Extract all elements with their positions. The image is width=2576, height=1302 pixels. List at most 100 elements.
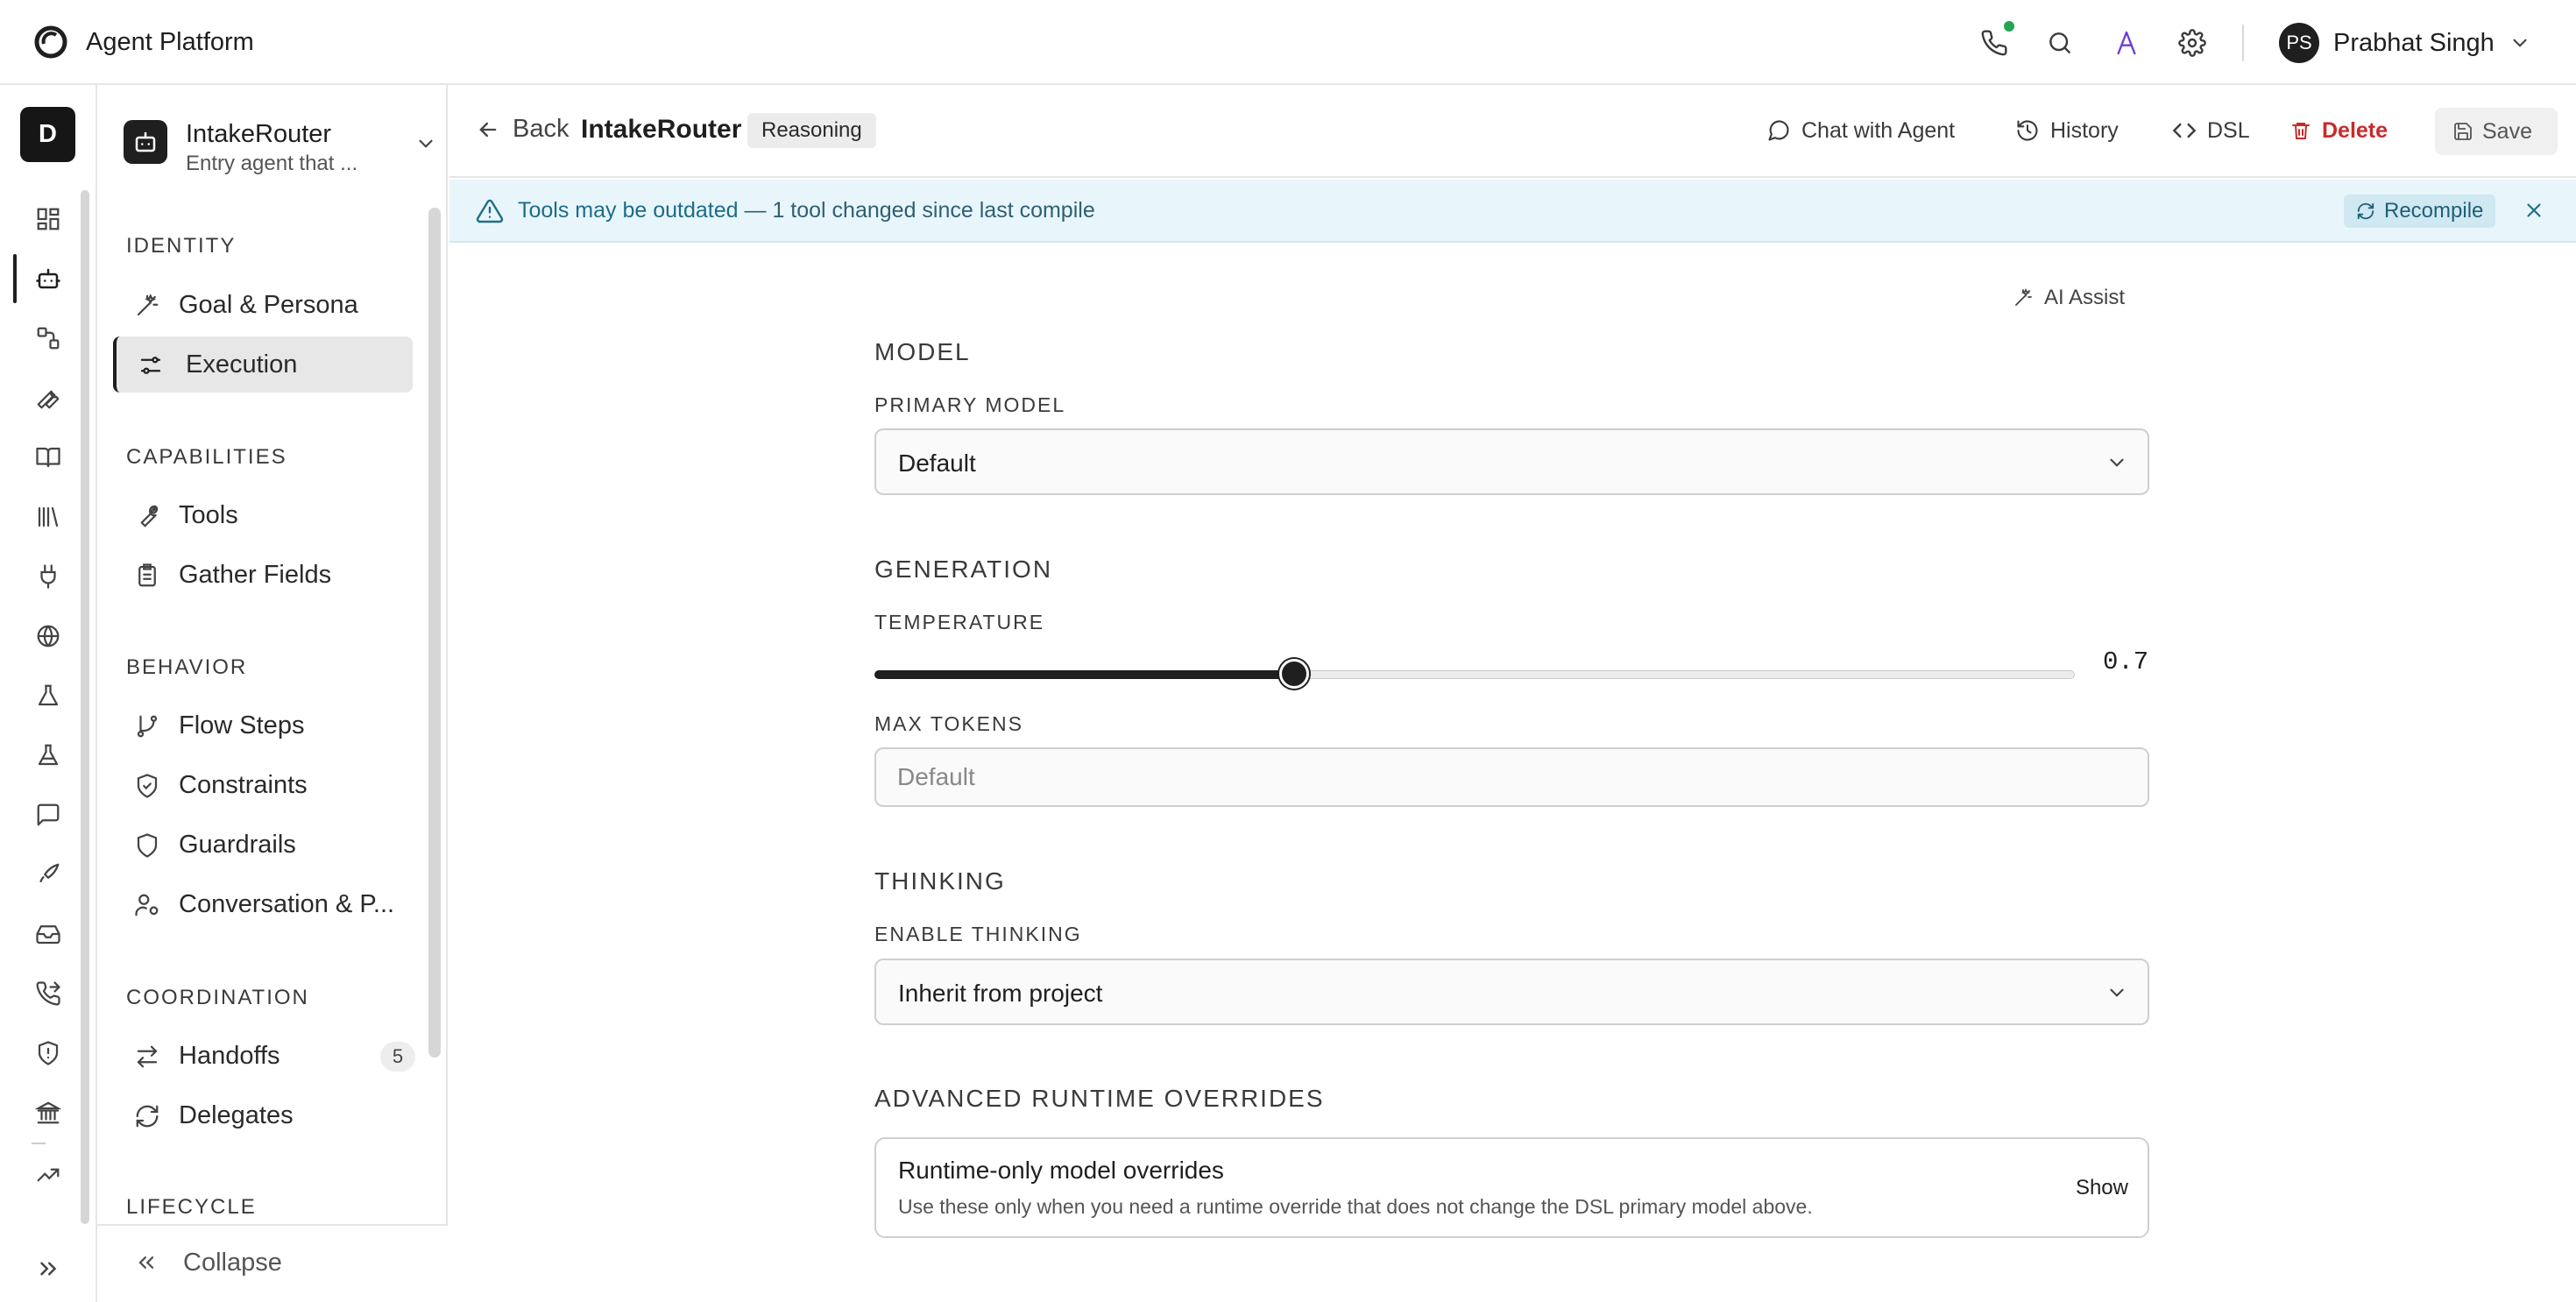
banner-message: Tools may be outdated — 1 tool changed s… xyxy=(518,198,1095,223)
rail-scrollbar[interactable] xyxy=(81,190,89,1224)
chat-label: Chat with Agent xyxy=(1801,117,1956,143)
thinking-section-heading: THINKING xyxy=(874,867,1006,895)
sidebar-item-label: Handoffs xyxy=(179,1041,280,1070)
sidebar-item-goal-persona[interactable]: Goal & Persona xyxy=(113,277,413,333)
trash-icon xyxy=(2292,123,2310,139)
trending-up-icon[interactable] xyxy=(27,1154,69,1196)
sidebar-item-delegates[interactable]: Delegates xyxy=(113,1087,413,1143)
warning-triangle-icon xyxy=(476,199,504,223)
temperature-value: 0.7 xyxy=(2103,647,2149,676)
top-divider xyxy=(2242,25,2244,61)
workflow-icon[interactable] xyxy=(27,317,69,359)
user-menu[interactable]: PS Prabhat Singh xyxy=(2279,23,2531,63)
chevron-down-icon xyxy=(419,139,433,148)
chevrons-right-icon[interactable] xyxy=(27,1248,69,1290)
delete-button[interactable]: Delete xyxy=(2290,113,2388,148)
primary-model-select[interactable]: Default xyxy=(874,428,2149,495)
history-button[interactable]: History xyxy=(2015,113,2119,148)
shield-icon xyxy=(137,833,158,858)
runtime-overrides-card: Runtime-only model overrides Use these o… xyxy=(874,1137,2149,1238)
sidebar-item-gather-fields[interactable]: Gather Fields xyxy=(113,547,413,603)
collapse-label: Collapse xyxy=(183,1248,282,1277)
refresh-icon xyxy=(136,1105,159,1128)
beaker-icon[interactable] xyxy=(27,734,69,776)
outdated-tools-banner: Tools may be outdated — 1 tool changed s… xyxy=(449,180,2576,243)
ai-assist-button[interactable]: AI Assist xyxy=(2013,286,2125,310)
collapse-button[interactable]: Collapse xyxy=(113,1236,282,1289)
message-circle-icon xyxy=(1768,120,1789,141)
sidebar-item-execution[interactable]: Execution xyxy=(113,336,413,393)
back-button[interactable]: Back xyxy=(476,115,569,144)
agent-sections-sidebar: IntakeRouter Entry agent that ... IDENTI… xyxy=(97,85,448,1302)
sidebar-item-label: Gather Fields xyxy=(179,560,332,589)
sidebar-item-flow-steps[interactable]: Flow Steps xyxy=(113,697,413,754)
globe-icon[interactable] xyxy=(27,615,69,657)
plug-icon[interactable] xyxy=(27,555,69,598)
slider-thumb[interactable] xyxy=(1279,659,1309,689)
section-capabilities: CAPABILITIES xyxy=(126,445,287,469)
refresh-icon xyxy=(2357,202,2374,220)
generation-section-heading: GENERATION xyxy=(874,555,1053,583)
chat-with-agent-button[interactable]: Chat with Agent xyxy=(1766,113,1955,148)
handoffs-count-badge: 5 xyxy=(380,1042,415,1072)
primary-model-value: Default xyxy=(898,449,976,477)
user-cog-icon xyxy=(135,894,159,916)
sidebar-item-label: Flow Steps xyxy=(179,711,305,739)
rocket-icon[interactable] xyxy=(27,853,69,895)
chevron-down-icon xyxy=(2513,39,2527,47)
phone-forward-icon[interactable] xyxy=(27,973,69,1015)
temperature-label: TEMPERATURE xyxy=(874,611,1045,633)
sidebar-item-label: Guardrails xyxy=(179,830,296,859)
agent-description: Entry agent that ... xyxy=(186,152,358,175)
bot-icon xyxy=(135,131,156,152)
library-icon[interactable] xyxy=(27,496,69,538)
settings-gear-icon[interactable] xyxy=(2174,25,2211,61)
wrench-icon[interactable] xyxy=(27,377,69,419)
sparkles-icon xyxy=(137,294,159,316)
agent-switcher[interactable]: IntakeRouter Entry agent that ... xyxy=(124,120,433,190)
ai-assist-label: AI Assist xyxy=(2044,286,2126,309)
workspace-switcher[interactable]: D xyxy=(20,107,75,162)
sidebar-item-label: Goal & Persona xyxy=(179,290,358,319)
sidebar-item-constraints[interactable]: Constraints xyxy=(113,757,413,813)
sidebar-scrollbar[interactable] xyxy=(428,208,441,1058)
rail-active-indicator xyxy=(13,254,17,303)
back-label: Back xyxy=(513,115,570,143)
dsl-label: DSL xyxy=(2207,117,2250,143)
save-button[interactable]: Save xyxy=(2435,108,2558,155)
close-icon[interactable] xyxy=(2523,199,2545,222)
search-icon[interactable] xyxy=(2042,25,2078,61)
book-icon[interactable] xyxy=(27,436,69,478)
enable-thinking-select[interactable]: Inherit from project xyxy=(874,959,2149,1025)
agent-avatar xyxy=(124,120,167,164)
enable-thinking-label: ENABLE THINKING xyxy=(874,923,1082,945)
temperature-slider[interactable] xyxy=(874,657,2075,692)
show-overrides-button[interactable]: Show xyxy=(2076,1176,2128,1200)
delete-label: Delete xyxy=(2322,117,2388,143)
shield-alert-icon[interactable] xyxy=(27,1032,69,1074)
sidebar-item-guardrails[interactable]: Guardrails xyxy=(113,817,413,873)
assistant-a-icon[interactable] xyxy=(2108,25,2145,61)
dashboard-icon[interactable] xyxy=(27,198,69,240)
sidebar-item-label: Execution xyxy=(186,350,298,379)
sidebar-item-handoffs[interactable]: Handoffs 5 xyxy=(113,1028,415,1084)
sidebar-item-conversation[interactable]: Conversation & P... xyxy=(113,876,413,932)
flask-icon[interactable] xyxy=(27,675,69,717)
sidebar-item-tools[interactable]: Tools xyxy=(113,487,413,543)
chevron-down-icon xyxy=(2110,988,2124,997)
message-square-icon[interactable] xyxy=(27,794,69,836)
recompile-label: Recompile xyxy=(2384,199,2484,223)
recompile-button[interactable]: Recompile xyxy=(2344,195,2496,228)
dsl-button[interactable]: DSL xyxy=(2172,113,2250,148)
agent-type-badge: Reasoning xyxy=(747,113,876,148)
bank-icon[interactable] xyxy=(27,1092,69,1134)
banner-rest: — 1 tool changed since last compile xyxy=(738,198,1095,223)
max-tokens-input[interactable] xyxy=(874,747,2149,807)
primary-model-label: PRIMARY MODEL xyxy=(874,393,1066,416)
chevron-down-icon xyxy=(2110,458,2124,467)
brand[interactable]: Agent Platform xyxy=(33,25,254,60)
agent-name: IntakeRouter xyxy=(186,120,332,148)
agent-bot-icon[interactable] xyxy=(27,258,69,300)
collapse-bar: Collapse xyxy=(97,1224,448,1302)
inbox-icon[interactable] xyxy=(27,913,69,955)
